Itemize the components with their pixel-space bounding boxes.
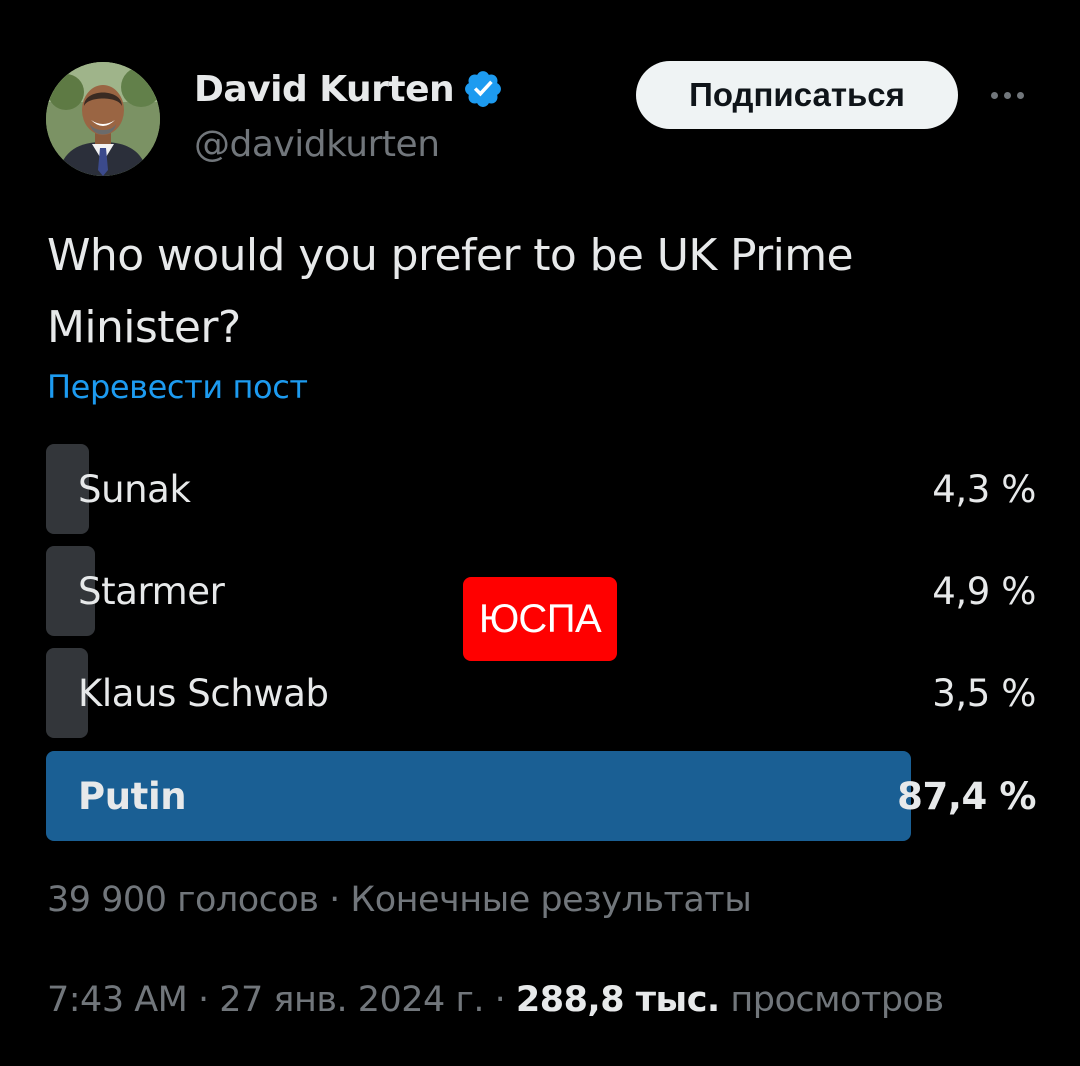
poll-option-klaus-schwab: Klaus Schwab 3,5 % — [46, 648, 1036, 740]
poll-option-putin: Putin 87,4 % — [46, 751, 1036, 843]
poll-option-percent: 3,5 % — [932, 671, 1036, 715]
post-text: Who would you prefer to be UK Prime Mini… — [47, 230, 854, 353]
views-label: просмотров — [730, 980, 944, 1020]
poll-option-label: Sunak — [78, 467, 191, 511]
poll-option-sunak: Sunak 4,3 % — [46, 444, 1036, 536]
poll-option-label: Putin — [78, 774, 187, 818]
post-meta: 7:43 AM · 27 янв. 2024 г. · 288,8 тыс. п… — [47, 980, 944, 1020]
more-horizontal-icon[interactable] — [982, 80, 1032, 110]
post-date[interactable]: 27 янв. 2024 г. — [219, 980, 484, 1020]
verified-badge-icon — [462, 68, 504, 110]
author-name-row[interactable]: David Kurten — [194, 66, 504, 112]
follow-button[interactable]: Подписаться — [636, 61, 958, 129]
views-count: 288,8 тыс. — [515, 980, 720, 1020]
author-name[interactable]: David Kurten — [194, 69, 455, 110]
separator: · — [318, 880, 351, 920]
author-handle[interactable]: @davidkurten — [194, 124, 440, 165]
watermark-badge: ЮСПА — [463, 577, 617, 661]
poll-option-label: Starmer — [78, 569, 225, 613]
translate-post-link[interactable]: Перевести пост — [47, 368, 308, 406]
poll-option-percent: 4,3 % — [932, 467, 1036, 511]
poll-option-percent: 87,4 % — [897, 774, 1036, 818]
separator: · — [483, 980, 516, 1020]
separator: · — [187, 980, 220, 1020]
post-time[interactable]: 7:43 AM — [47, 980, 188, 1020]
poll-summary: 39 900 голосов · Конечные результаты — [47, 880, 752, 920]
poll-option-percent: 4,9 % — [932, 569, 1036, 613]
poll-votes-count: 39 900 голосов — [47, 880, 319, 920]
poll-option-label: Klaus Schwab — [78, 671, 329, 715]
author-avatar[interactable] — [46, 62, 160, 176]
poll-status: Конечные результаты — [350, 880, 752, 920]
